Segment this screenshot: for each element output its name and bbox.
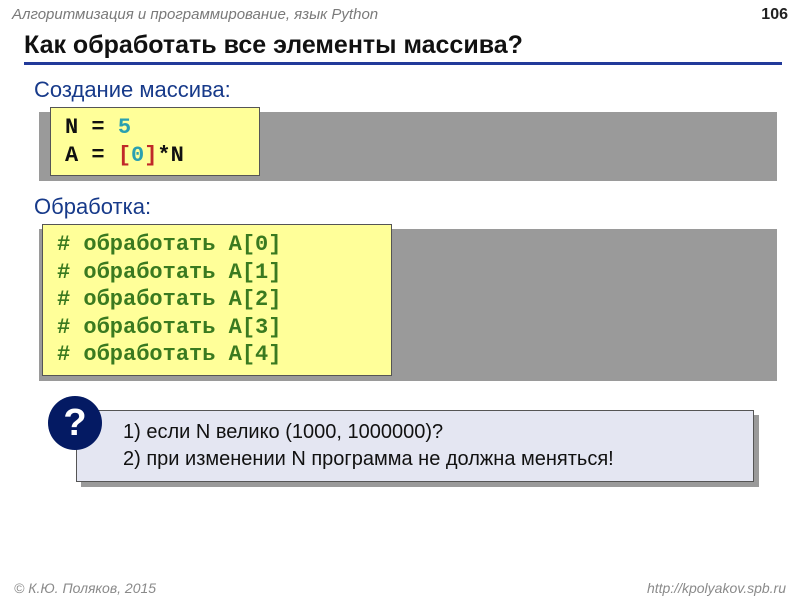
slide-header: Алгоритмизация и программирование, язык … [0, 0, 800, 27]
question-line: 2) при изменении N программа не должна м… [123, 446, 739, 473]
code-line: A = [0]*N [65, 142, 245, 170]
course-label: Алгоритмизация и программирование, язык … [12, 6, 378, 23]
question-line: 1) если N велико (1000, 1000000)? [123, 419, 739, 446]
slide-content: Создание массива: N = 5 A = [0]*N Обрабо… [0, 65, 800, 482]
slide-footer: © К.Ю. Поляков, 2015 http://kpolyakov.sp… [0, 580, 800, 596]
question-block: 1) если N велико (1000, 1000000)? 2) при… [76, 410, 754, 482]
code-line: # обработать A[2] [57, 286, 377, 314]
source-url: http://kpolyakov.spb.ru [647, 580, 786, 596]
section-create-label: Создание массива: [34, 77, 772, 103]
page-number: 106 [761, 6, 788, 24]
code-line: # обработать A[4] [57, 341, 377, 369]
code-line: # обработать A[0] [57, 231, 377, 259]
code-block-create: N = 5 A = [0]*N [34, 107, 772, 176]
code-block-process: # обработать A[0] # обработать A[1] # об… [34, 224, 772, 376]
code-line: # обработать A[3] [57, 314, 377, 342]
section-process-label: Обработка: [34, 194, 772, 220]
question-box: 1) если N велико (1000, 1000000)? 2) при… [76, 410, 754, 482]
code-box: N = 5 A = [0]*N [50, 107, 260, 176]
code-box: # обработать A[0] # обработать A[1] # об… [42, 224, 392, 376]
code-line: N = 5 [65, 114, 245, 142]
question-mark-icon: ? [48, 396, 102, 450]
copyright: © К.Ю. Поляков, 2015 [14, 580, 156, 596]
code-line: # обработать A[1] [57, 259, 377, 287]
slide-title: Как обработать все элементы массива? [24, 31, 782, 65]
